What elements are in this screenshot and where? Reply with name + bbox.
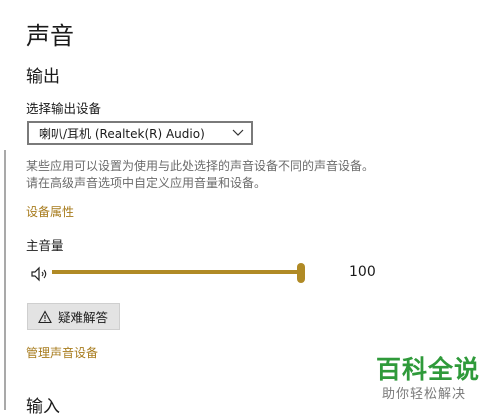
watermark-logo-subtitle: 助你轻松解决 [382, 387, 467, 402]
description-line-2: 请在高级声音选项中自定义应用音量和设备。 [26, 176, 267, 190]
watermark-logo-title: 百科全说 [376, 355, 481, 384]
output-device-dropdown[interactable]: 喇叭/耳机 (Realtek(R) Audio) [27, 121, 253, 145]
manage-sound-devices-link[interactable]: 管理声音设备 [26, 344, 98, 361]
device-properties-link[interactable]: 设备属性 [26, 203, 74, 220]
volume-slider-fill [52, 270, 297, 274]
troubleshoot-label: 疑难解答 [58, 310, 109, 325]
troubleshoot-button[interactable]: 疑难解答 [27, 303, 120, 330]
input-section-heading: 输入 [26, 397, 60, 417]
master-volume-label: 主音量 [26, 238, 64, 253]
output-device-label: 选择输出设备 [26, 101, 102, 116]
output-device-selected-value: 喇叭/耳机 (Realtek(R) Audio) [39, 126, 205, 141]
page-title: 声音 [26, 22, 74, 50]
speaker-icon[interactable] [30, 266, 50, 282]
volume-value: 100 [349, 264, 376, 280]
output-section-heading: 输出 [26, 67, 60, 87]
description-line-1: 某些应用可以设置为使用与此处选择的声音设备不同的声音设备。 [26, 159, 375, 173]
volume-slider-thumb[interactable] [297, 263, 305, 283]
scrollbar[interactable] [4, 150, 6, 410]
output-description: 某些应用可以设置为使用与此处选择的声音设备不同的声音设备。 请在高级声音选项中自… [26, 158, 374, 192]
warning-icon [38, 309, 52, 323]
chevron-down-icon [232, 129, 244, 136]
